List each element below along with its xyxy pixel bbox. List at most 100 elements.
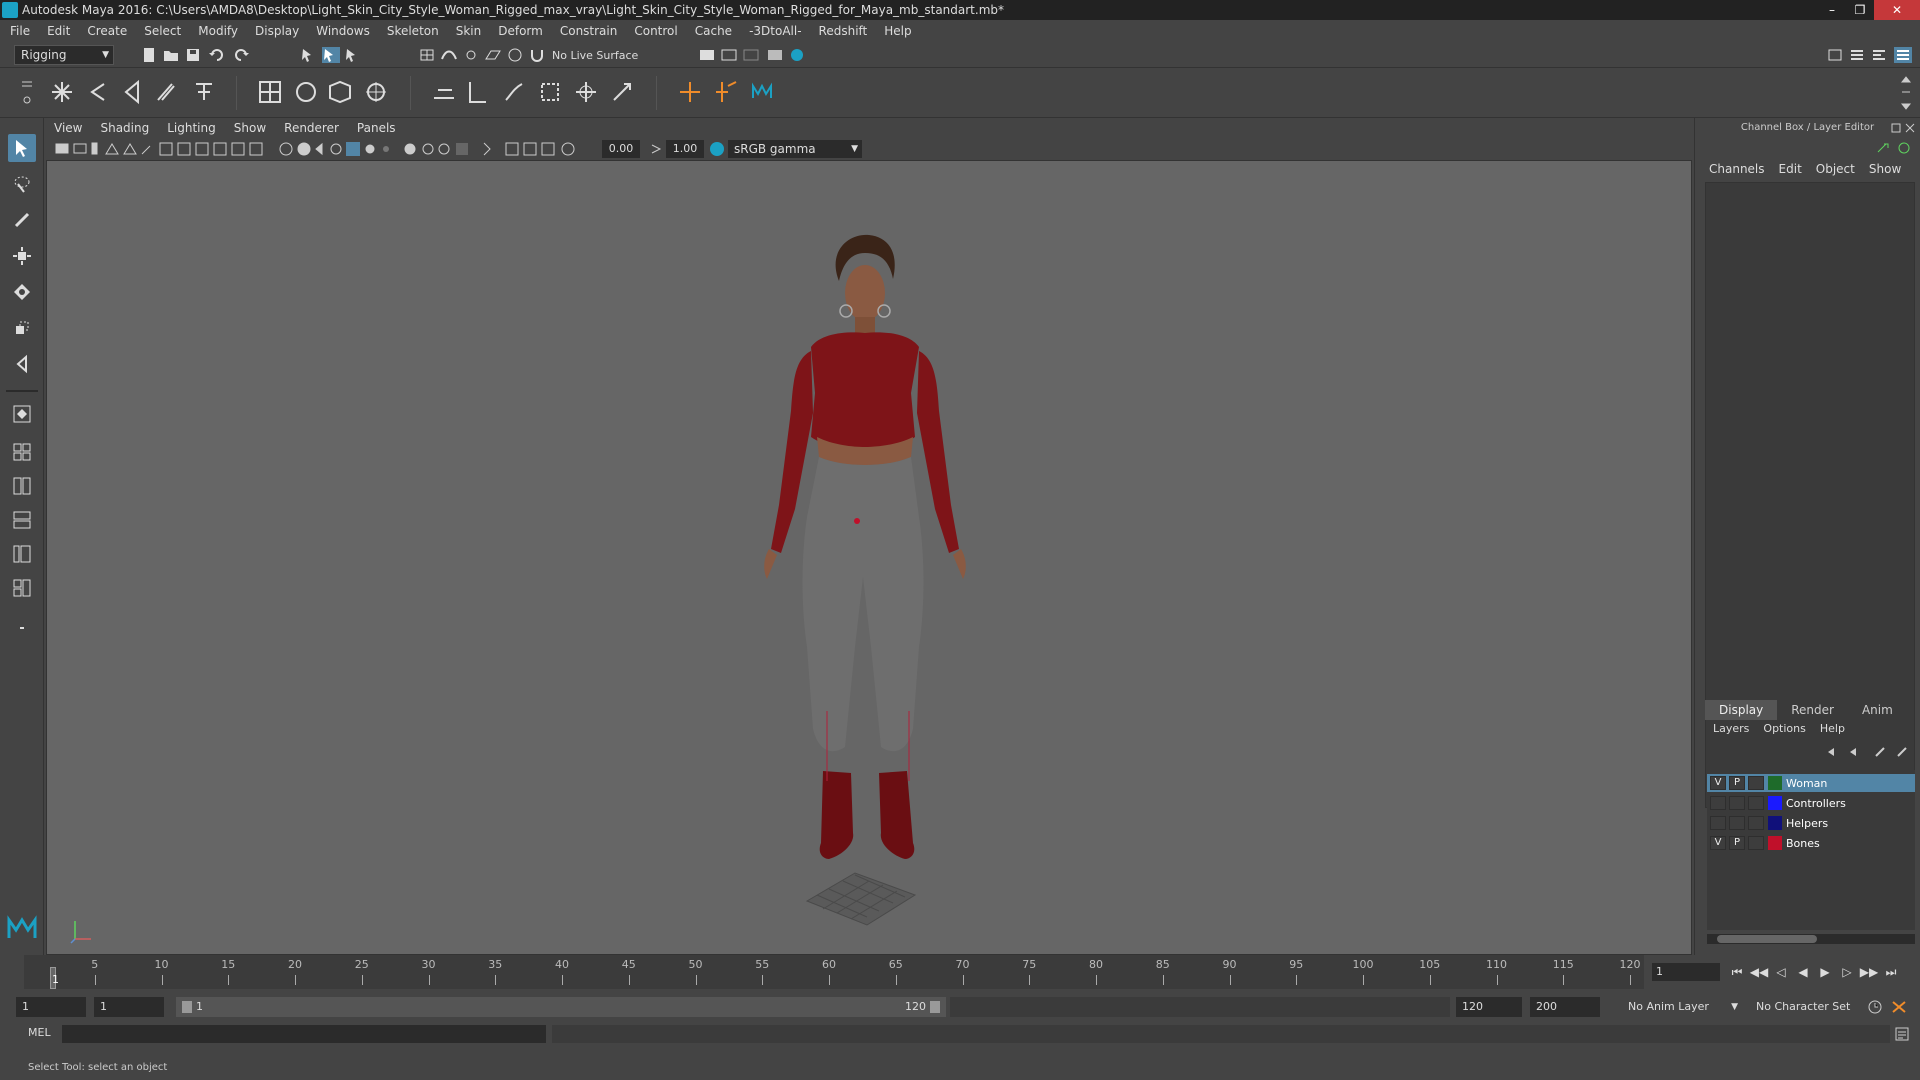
point-constraint-icon[interactable] xyxy=(500,78,528,106)
channel-box-top-icons[interactable] xyxy=(1874,140,1914,156)
paint-select-tool-icon[interactable] xyxy=(8,206,36,234)
persp-graph-layout-icon[interactable] xyxy=(8,506,36,534)
layer-display-type-toggle[interactable] xyxy=(1748,836,1764,850)
maximize-button[interactable]: ❐ xyxy=(1846,0,1874,20)
layer-menu-options[interactable]: Options xyxy=(1763,722,1805,735)
create-joints-icon[interactable] xyxy=(48,78,76,106)
layer-color-swatch[interactable] xyxy=(1768,796,1782,810)
channel-box-toggle-icon[interactable] xyxy=(1894,47,1912,63)
rotate-tool-icon[interactable] xyxy=(8,278,36,306)
color-management-icon[interactable] xyxy=(708,141,726,157)
viewport-menu-lighting[interactable]: Lighting xyxy=(167,121,216,135)
snap-surface-icon[interactable] xyxy=(506,47,524,63)
maya-logo-shelf-icon[interactable] xyxy=(748,78,776,106)
layer-row-helpers[interactable]: Helpers xyxy=(1707,814,1915,832)
layer-playback-toggle[interactable]: P xyxy=(1729,776,1745,790)
live-surface-label[interactable]: No Live Surface xyxy=(552,47,638,65)
tab-display[interactable]: Display xyxy=(1705,700,1778,720)
layer-row-woman[interactable]: V P Woman xyxy=(1707,774,1915,792)
tab-render[interactable]: Render xyxy=(1777,700,1848,720)
tool-settings-icon[interactable] xyxy=(1870,47,1888,63)
viewport-canvas[interactable]: persp xyxy=(46,160,1692,955)
playback-end-field[interactable]: 120 xyxy=(1456,997,1522,1017)
snap-curve-icon[interactable] xyxy=(440,47,458,63)
range-start-handle[interactable] xyxy=(182,1001,192,1013)
animation-preferences-icon[interactable] xyxy=(1890,999,1908,1015)
menu-create[interactable]: Create xyxy=(87,24,127,38)
menu-display[interactable]: Display xyxy=(255,24,299,38)
go-to-end-button[interactable]: ⏭ xyxy=(1880,963,1902,981)
layer-display-type-toggle[interactable] xyxy=(1748,816,1764,830)
menu-windows[interactable]: Windows xyxy=(316,24,370,38)
layer-display-type-toggle[interactable] xyxy=(1748,796,1764,810)
parent-constraint-icon[interactable] xyxy=(572,78,600,106)
ik-spline-icon[interactable] xyxy=(464,78,492,106)
layer-playback-toggle[interactable] xyxy=(1729,816,1745,830)
playback-start-field[interactable]: 1 xyxy=(94,997,164,1017)
menu-cache[interactable]: Cache xyxy=(695,24,732,38)
lasso-tool-icon[interactable] xyxy=(8,170,36,198)
range-end-handle[interactable] xyxy=(930,1001,940,1013)
character-model[interactable] xyxy=(47,161,1692,955)
channel-box-menu-channels[interactable]: Channels xyxy=(1709,162,1765,176)
tab-anim[interactable]: Anim xyxy=(1848,700,1907,720)
layer-playback-toggle[interactable]: P xyxy=(1729,836,1745,850)
layer-visibility-toggle[interactable]: V xyxy=(1710,836,1726,850)
script-editor-icon[interactable] xyxy=(1894,1026,1910,1042)
orient-joint-icon[interactable] xyxy=(152,78,180,106)
layer-visibility-toggle[interactable]: V xyxy=(1710,776,1726,790)
play-forwards-button[interactable]: ▶ xyxy=(1814,963,1836,981)
viewport-menu-view[interactable]: View xyxy=(54,121,82,135)
menu-help[interactable]: Help xyxy=(884,24,911,38)
render-settings-icon[interactable] xyxy=(698,47,716,63)
script-language-label[interactable]: MEL xyxy=(28,1026,51,1039)
menu-modify[interactable]: Modify xyxy=(198,24,238,38)
ipr-render-icon[interactable] xyxy=(742,47,760,63)
layer-row-controllers[interactable]: Controllers xyxy=(1707,794,1915,812)
step-back-key-button[interactable]: ◀◀ xyxy=(1748,963,1770,981)
menu-deform[interactable]: Deform xyxy=(498,24,543,38)
snap-grid-icon[interactable] xyxy=(418,47,436,63)
lattice-icon[interactable] xyxy=(326,78,354,106)
layer-visibility-toggle[interactable] xyxy=(1710,816,1726,830)
hypershade-icon[interactable] xyxy=(766,47,784,63)
open-scene-icon[interactable] xyxy=(162,47,180,63)
layer-playback-toggle[interactable] xyxy=(1729,796,1745,810)
menu-redshift[interactable]: Redshift xyxy=(819,24,868,38)
redshift-render-icon[interactable] xyxy=(788,47,806,63)
range-slider-bar[interactable]: 1 120 xyxy=(176,997,946,1017)
modeling-toolkit-icon[interactable] xyxy=(1826,47,1844,63)
menu-file[interactable]: File xyxy=(10,24,30,38)
channel-box-menu-object[interactable]: Object xyxy=(1816,162,1855,176)
step-forward-frame-button[interactable]: ▷ xyxy=(1836,963,1858,981)
view-transform-dropdown[interactable]: sRGB gamma ▼ xyxy=(728,140,862,158)
viewport-menu-show[interactable]: Show xyxy=(234,121,266,135)
layer-row-bones[interactable]: V P Bones xyxy=(1707,834,1915,852)
select-hierarchy-icon[interactable] xyxy=(300,47,318,63)
snap-magnet-icon[interactable] xyxy=(528,47,546,63)
close-button[interactable]: ✕ xyxy=(1874,0,1920,20)
scrollbar-thumb[interactable] xyxy=(1717,935,1817,943)
snap-view-plane-icon[interactable] xyxy=(484,47,502,63)
select-object-icon[interactable] xyxy=(322,47,340,63)
play-backwards-button[interactable]: ◀ xyxy=(1792,963,1814,981)
end-time-field[interactable]: 200 xyxy=(1530,997,1600,1017)
cluster-icon[interactable] xyxy=(362,78,390,106)
locator-icon[interactable] xyxy=(676,78,704,106)
snap-point-icon[interactable] xyxy=(462,47,480,63)
step-forward-key-button[interactable]: ▶▶ xyxy=(1858,963,1880,981)
undo-icon[interactable] xyxy=(208,47,226,63)
layer-color-swatch[interactable] xyxy=(1768,836,1782,850)
insert-joint-icon[interactable] xyxy=(84,78,112,106)
toolbox-more-icon[interactable] xyxy=(8,614,36,642)
menu-edit[interactable]: Edit xyxy=(47,24,70,38)
hypershade-layout-icon[interactable] xyxy=(8,540,36,568)
layer-visibility-toggle[interactable] xyxy=(1710,796,1726,810)
shelf-scroll-arrows[interactable] xyxy=(1900,74,1912,112)
channel-box-menu-show[interactable]: Show xyxy=(1869,162,1901,176)
redo-icon[interactable] xyxy=(232,47,250,63)
minimize-button[interactable]: – xyxy=(1818,0,1846,20)
viewport-menu-shading[interactable]: Shading xyxy=(100,121,149,135)
layer-color-swatch[interactable] xyxy=(1768,816,1782,830)
four-view-layout-icon[interactable] xyxy=(8,438,36,466)
